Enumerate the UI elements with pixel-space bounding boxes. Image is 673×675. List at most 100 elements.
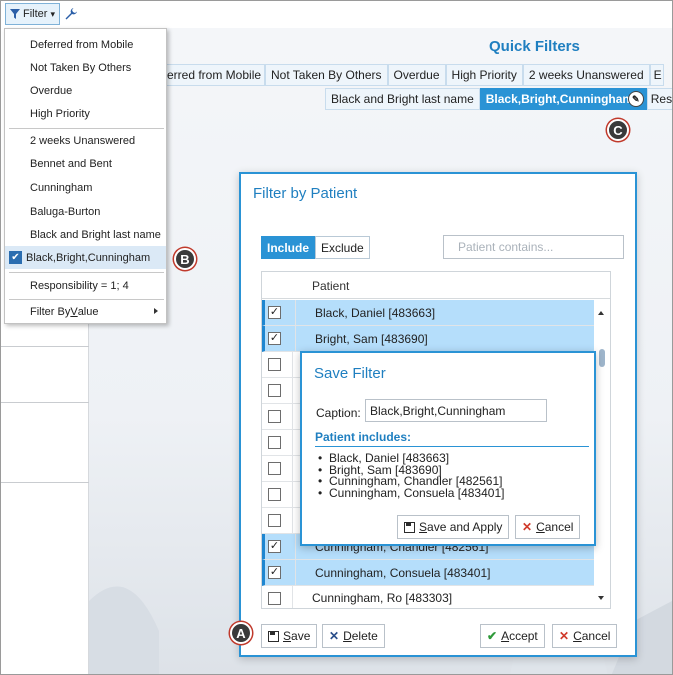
cancel-button[interactable]: ✕ Cancel	[552, 624, 618, 648]
patient-search-input[interactable]	[444, 236, 623, 258]
patient-search-field[interactable]	[443, 235, 624, 259]
caption-label: Caption:	[316, 406, 361, 420]
row-checkbox[interactable]	[268, 592, 281, 605]
list-item: Cunningham, Consuela [483401]	[318, 487, 504, 500]
menu-item-black-and-bright[interactable]: Black and Bright last name	[5, 223, 166, 246]
caption-field[interactable]	[365, 399, 547, 422]
row-checkbox[interactable]	[268, 384, 281, 397]
save-icon	[268, 630, 279, 642]
row-checkbox[interactable]	[268, 436, 281, 449]
chevron-down-icon: ▾	[50, 8, 55, 19]
menu-item-2-weeks-unanswered[interactable]: 2 weeks Unanswered	[5, 129, 166, 152]
scroll-thumb[interactable]	[599, 349, 605, 367]
row-checkbox[interactable]: ✓	[268, 306, 281, 319]
row-checkbox[interactable]: ✓	[268, 566, 281, 579]
patient-name: Bright, Sam [483690]	[315, 332, 428, 346]
quick-filters-row-2: Black and Bright last name Black,Bright,…	[325, 88, 672, 110]
scroll-down-icon[interactable]	[598, 596, 604, 600]
patient-name: Cunningham, Consuela [483401]	[315, 566, 491, 580]
callout-c: C	[607, 119, 629, 141]
save-accelerator: S	[283, 629, 292, 643]
menu-item-deferred-from-mobile[interactable]: Deferred from Mobile	[5, 33, 166, 56]
menu-item-filter-by-value[interactable]: Filter By Value	[5, 300, 166, 323]
save-apply-label: ave and Apply	[427, 520, 503, 534]
quick-filters-row-1: erred from Mobile Not Taken By Others Ov…	[161, 64, 664, 86]
menu-item-responsibility[interactable]: Responsibility = 1; 4	[5, 274, 166, 297]
save-label: ave	[291, 629, 311, 643]
check-icon: ✔	[487, 629, 498, 643]
menu-separator	[9, 272, 164, 273]
cancel-label: ancel	[581, 629, 611, 643]
close-icon: ✕	[522, 520, 533, 534]
accept-accelerator: A	[501, 629, 510, 643]
quick-filter-black-bright-cunningham[interactable]: Black,Bright,Cunninghan ✎	[479, 88, 647, 110]
save-and-apply-button[interactable]: Save and Apply	[397, 515, 510, 539]
menu-item-overdue[interactable]: Overdue	[5, 79, 166, 102]
save-filter-cancel-button[interactable]: ✕ Cancel	[515, 515, 581, 539]
quick-filter-overdue[interactable]: Overdue	[387, 64, 446, 86]
filter-menu-label: Filter	[23, 8, 48, 20]
menu-item-not-taken-by-others[interactable]: Not Taken By Others	[5, 56, 166, 79]
pencil-icon[interactable]: ✎	[627, 91, 644, 107]
filter-dropdown-menu: Deferred from Mobile Not Taken By Others…	[4, 28, 167, 324]
left-divider	[1, 402, 89, 403]
row-checkbox[interactable]	[268, 488, 281, 501]
cancel-accelerator: C	[536, 520, 545, 534]
row-checkbox[interactable]: ✓	[268, 332, 281, 345]
grid-header: Patient	[262, 272, 610, 299]
quick-filter-overflow[interactable]: E	[649, 64, 664, 86]
save-apply-accelerator: S	[419, 520, 428, 534]
app-window: Filter ▾ Quick Filters erred from Mobile…	[0, 0, 673, 675]
quick-filter-not-taken-by-others[interactable]: Not Taken By Others	[265, 64, 388, 86]
dialog-title: Filter by Patient	[253, 185, 358, 202]
accept-label: ccept	[509, 629, 538, 643]
row-checkbox[interactable]	[268, 462, 281, 475]
quick-filters-title: Quick Filters	[489, 38, 580, 55]
delete-label: elete	[351, 629, 378, 643]
quick-filter-2-weeks-unanswered[interactable]: 2 weeks Unanswered	[522, 64, 650, 86]
callout-b: B	[174, 248, 196, 270]
row-checkbox[interactable]	[268, 358, 281, 371]
column-header-patient[interactable]: Patient	[312, 279, 349, 293]
menu-item-label-rest: alue	[77, 305, 99, 318]
save-filter-dialog: Save Filter Caption: Patient includes: B…	[300, 351, 596, 546]
row-checkbox[interactable]: ✓	[268, 540, 281, 553]
patient-name: Cunningham, Ro [483303]	[312, 591, 453, 605]
table-row[interactable]: ✓ Cunningham, Consuela [483401]	[262, 560, 610, 586]
menu-item-baluga-burton[interactable]: Baluga-Burton	[5, 200, 166, 223]
scroll-up-icon[interactable]	[598, 311, 604, 315]
accept-button[interactable]: ✔ Accept	[480, 624, 545, 648]
caption-input[interactable]	[366, 400, 546, 421]
quick-filter-responsibility[interactable]: Respo	[646, 88, 672, 110]
quick-filter-active-label: Black,Bright,Cunninghan	[485, 92, 630, 106]
checkbox-checked-icon: ✔	[9, 251, 22, 264]
quick-filter-black-and-bright[interactable]: Black and Bright last name	[325, 88, 480, 110]
table-row[interactable]: ✓ Black, Daniel [483663]	[262, 300, 610, 326]
table-row[interactable]: Cunningham, Ro [483303]	[262, 586, 610, 608]
menu-item-high-priority[interactable]: High Priority	[5, 102, 166, 125]
left-divider	[1, 346, 89, 347]
menu-item-bennet-and-bent[interactable]: Bennet and Bent	[5, 152, 166, 175]
exclude-button[interactable]: Exclude	[315, 236, 370, 259]
patient-includes-title: Patient includes:	[315, 430, 589, 447]
patient-includes-list: Black, Daniel [483663] Bright, Sam [4836…	[318, 452, 504, 500]
grid-scrollbar[interactable]	[594, 299, 610, 608]
quick-filter-deferred-from-mobile[interactable]: erred from Mobile	[161, 64, 265, 86]
left-divider	[1, 482, 89, 483]
row-checkbox[interactable]	[268, 514, 281, 527]
menu-item-cunningham[interactable]: Cunningham	[5, 176, 166, 199]
delete-button[interactable]: ✕ Delete	[322, 624, 385, 648]
menu-item-black-bright-cunningham[interactable]: ✔ Black,Bright,Cunningham	[5, 246, 166, 269]
include-button[interactable]: Include	[261, 236, 316, 259]
chevron-right-icon	[154, 308, 158, 314]
table-row[interactable]: ✓ Bright, Sam [483690]	[262, 326, 610, 352]
menu-item-accelerator: V	[70, 305, 78, 318]
save-button[interactable]: Save	[261, 624, 318, 648]
include-exclude-toggle: Include Exclude	[261, 236, 370, 259]
row-checkbox[interactable]	[268, 410, 281, 423]
patient-name: Black, Daniel [483663]	[315, 306, 436, 320]
close-icon: ✕	[559, 629, 570, 643]
filter-menu-button[interactable]: Filter ▾	[5, 3, 60, 25]
wrench-icon[interactable]	[64, 7, 78, 21]
quick-filter-high-priority[interactable]: High Priority	[445, 64, 523, 86]
